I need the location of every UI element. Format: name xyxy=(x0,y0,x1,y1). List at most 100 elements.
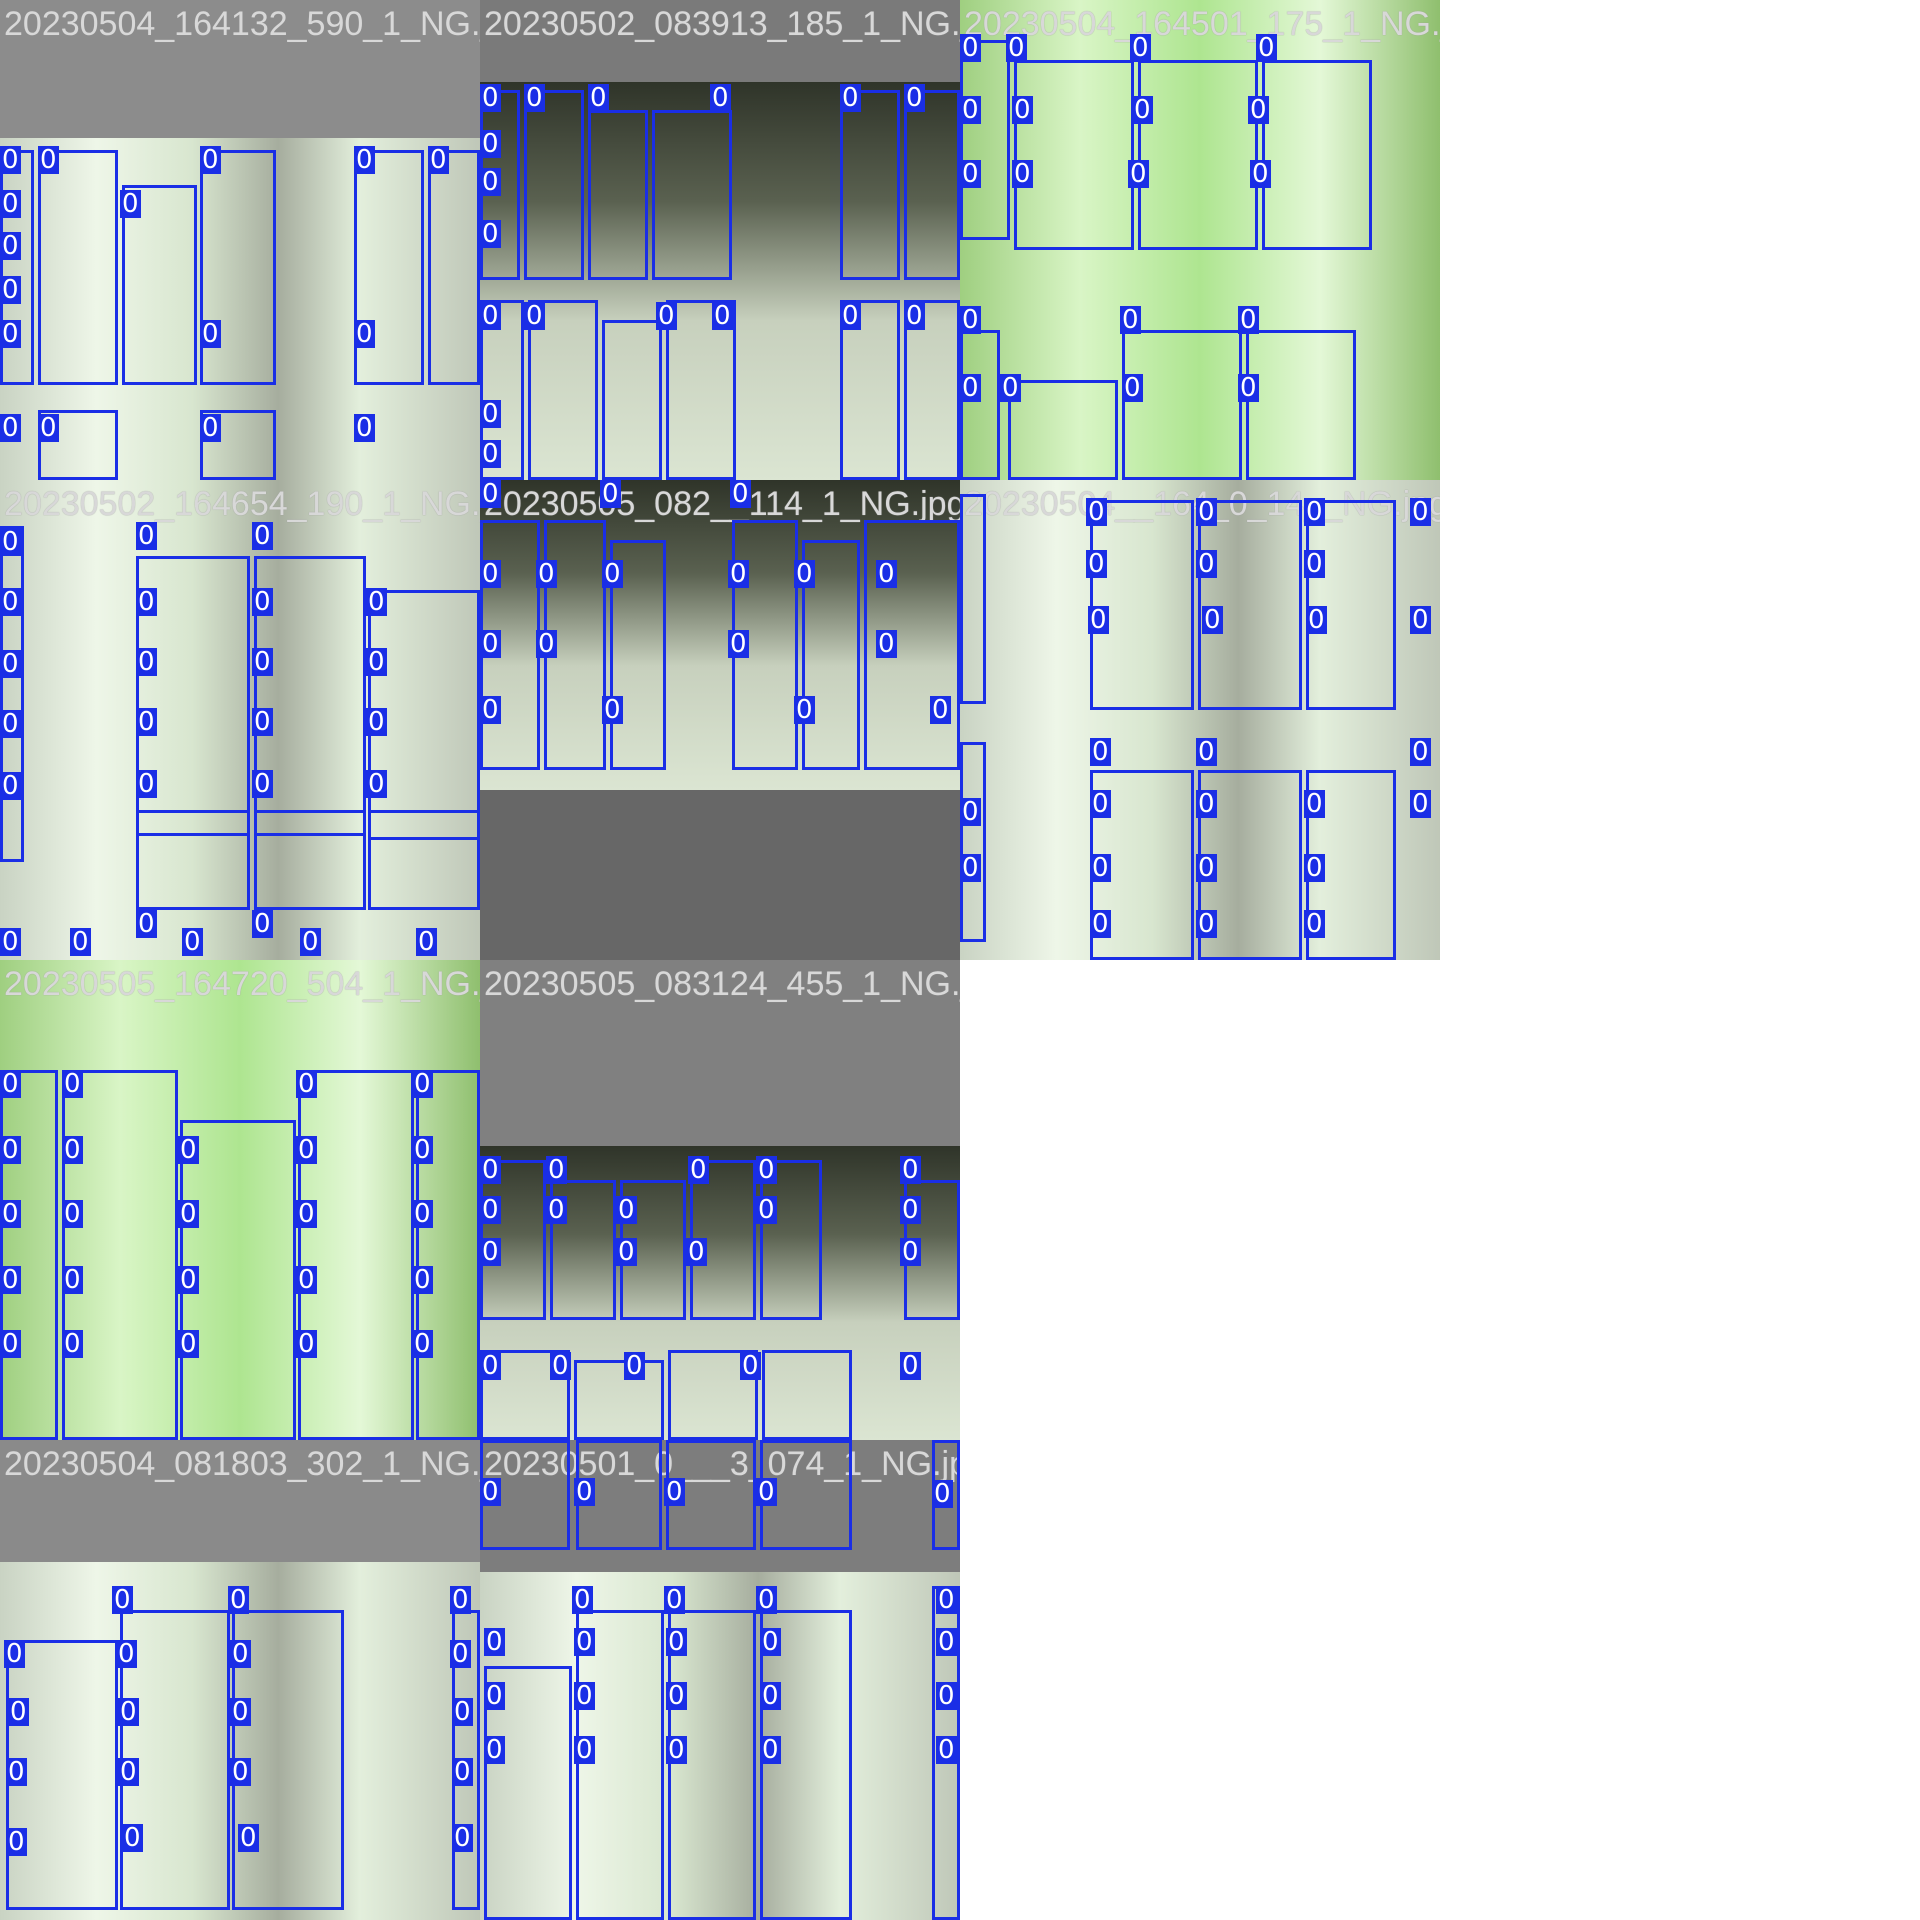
class-label: 0 xyxy=(728,629,749,659)
detection-box xyxy=(1008,380,1118,480)
class-label: 0 xyxy=(1248,95,1269,125)
image-tile-2: 20230502_083913_185_1_NG.jpg 0 0 0 0 0 0… xyxy=(480,0,960,480)
class-label: 0 xyxy=(428,145,449,175)
class-label: 0 xyxy=(62,1199,83,1229)
class-label: 0 xyxy=(904,301,925,331)
class-label: 0 xyxy=(1410,789,1431,819)
class-label: 0 xyxy=(712,301,733,331)
class-label: 0 xyxy=(600,480,621,509)
class-label: 0 xyxy=(960,305,981,335)
image-tile-7: 20230505_164720_504_1_NG.jpg 0 0 0 0 0 0… xyxy=(0,960,480,1440)
class-label: 0 xyxy=(484,1735,505,1765)
image-tile-8: 20230505_083124_455_1_NG.jpg 0 0 0 0 0 0… xyxy=(480,960,960,1440)
class-label: 0 xyxy=(900,1351,921,1381)
detection-box xyxy=(200,150,276,385)
class-label: 0 xyxy=(0,1329,21,1359)
detection-box xyxy=(62,1070,178,1440)
class-label: 0 xyxy=(296,1135,317,1165)
class-label: 0 xyxy=(0,527,21,557)
class-label: 0 xyxy=(38,413,59,443)
class-label: 0 xyxy=(656,301,677,331)
class-label: 0 xyxy=(38,145,59,175)
class-label: 0 xyxy=(296,1069,317,1099)
detection-box xyxy=(0,150,34,385)
class-label: 0 xyxy=(0,587,21,617)
class-label: 0 xyxy=(960,95,981,125)
detection-box xyxy=(1014,60,1134,250)
class-label: 0 xyxy=(760,1627,781,1657)
class-label: 0 xyxy=(118,1757,139,1787)
class-label: 0 xyxy=(230,1757,251,1787)
image-tile-10: 20230501_0___3_074_1_NG.jpg 0 0 0 0 0 0 … xyxy=(480,1440,960,1920)
detection-box xyxy=(904,90,960,280)
class-label: 0 xyxy=(412,1135,433,1165)
class-label: 0 xyxy=(666,1681,687,1711)
class-label: 0 xyxy=(1410,497,1431,527)
class-label: 0 xyxy=(1088,605,1109,635)
class-label: 0 xyxy=(960,159,981,189)
class-label: 0 xyxy=(1090,737,1111,767)
detection-box xyxy=(574,1360,664,1440)
class-label: 0 xyxy=(1202,605,1223,635)
class-label: 0 xyxy=(0,1069,21,1099)
detection-box xyxy=(652,110,732,280)
class-label: 0 xyxy=(756,1155,777,1185)
class-label: 0 xyxy=(416,927,437,957)
detection-box xyxy=(960,742,986,942)
class-label: 0 xyxy=(62,1265,83,1295)
class-label: 0 xyxy=(936,1627,957,1657)
detection-box xyxy=(354,150,424,385)
class-label: 0 xyxy=(0,1199,21,1229)
detection-box xyxy=(960,494,986,704)
class-label: 0 xyxy=(666,1735,687,1765)
class-label: 0 xyxy=(1304,549,1325,579)
class-label: 0 xyxy=(480,301,501,331)
class-label: 0 xyxy=(936,1585,957,1615)
class-label: 0 xyxy=(1012,159,1033,189)
class-label: 0 xyxy=(602,559,623,589)
class-label: 0 xyxy=(450,1585,471,1615)
class-label: 0 xyxy=(366,707,387,737)
class-label: 0 xyxy=(572,1585,593,1615)
class-label: 0 xyxy=(252,521,273,551)
class-label: 0 xyxy=(546,1195,567,1225)
class-label: 0 xyxy=(452,1823,473,1853)
class-label: 0 xyxy=(480,695,501,725)
class-label: 0 xyxy=(900,1155,921,1185)
image-tile-9: 20230504_081803_302_1_NG.jpg 0 0 0 0 0 0… xyxy=(0,1440,480,1920)
class-label: 0 xyxy=(1086,549,1107,579)
class-label: 0 xyxy=(412,1265,433,1295)
class-label: 0 xyxy=(1304,909,1325,939)
class-label: 0 xyxy=(1130,33,1151,63)
class-label: 0 xyxy=(8,1697,29,1727)
class-label: 0 xyxy=(0,771,21,801)
class-label: 0 xyxy=(354,319,375,349)
tile-filename: 20230505_083124_455_1_NG.jpg xyxy=(484,965,960,1003)
image-tile-5: 20230505_082__114_1_NG.jpg 0 0 0 0 0 0 0… xyxy=(480,480,960,960)
class-label: 0 xyxy=(480,1237,501,1267)
class-label: 0 xyxy=(70,927,91,957)
class-label: 0 xyxy=(574,1735,595,1765)
detection-box xyxy=(1262,60,1372,250)
class-label: 0 xyxy=(936,1681,957,1711)
class-label: 0 xyxy=(876,559,897,589)
class-label: 0 xyxy=(624,1351,645,1381)
class-label: 0 xyxy=(0,1135,21,1165)
class-label: 0 xyxy=(1086,497,1107,527)
class-label: 0 xyxy=(524,83,545,113)
class-label: 0 xyxy=(688,1155,709,1185)
class-label: 0 xyxy=(252,587,273,617)
class-label: 0 xyxy=(0,189,21,219)
class-label: 0 xyxy=(200,319,221,349)
detection-box xyxy=(428,150,480,385)
class-label: 0 xyxy=(1238,373,1259,403)
class-label: 0 xyxy=(366,647,387,677)
class-label: 0 xyxy=(296,1329,317,1359)
class-label: 0 xyxy=(1306,605,1327,635)
class-label: 0 xyxy=(252,647,273,677)
detection-box xyxy=(254,810,366,910)
class-label: 0 xyxy=(1196,737,1217,767)
class-label: 0 xyxy=(0,413,21,443)
class-label: 0 xyxy=(0,319,21,349)
class-label: 0 xyxy=(296,1265,317,1295)
